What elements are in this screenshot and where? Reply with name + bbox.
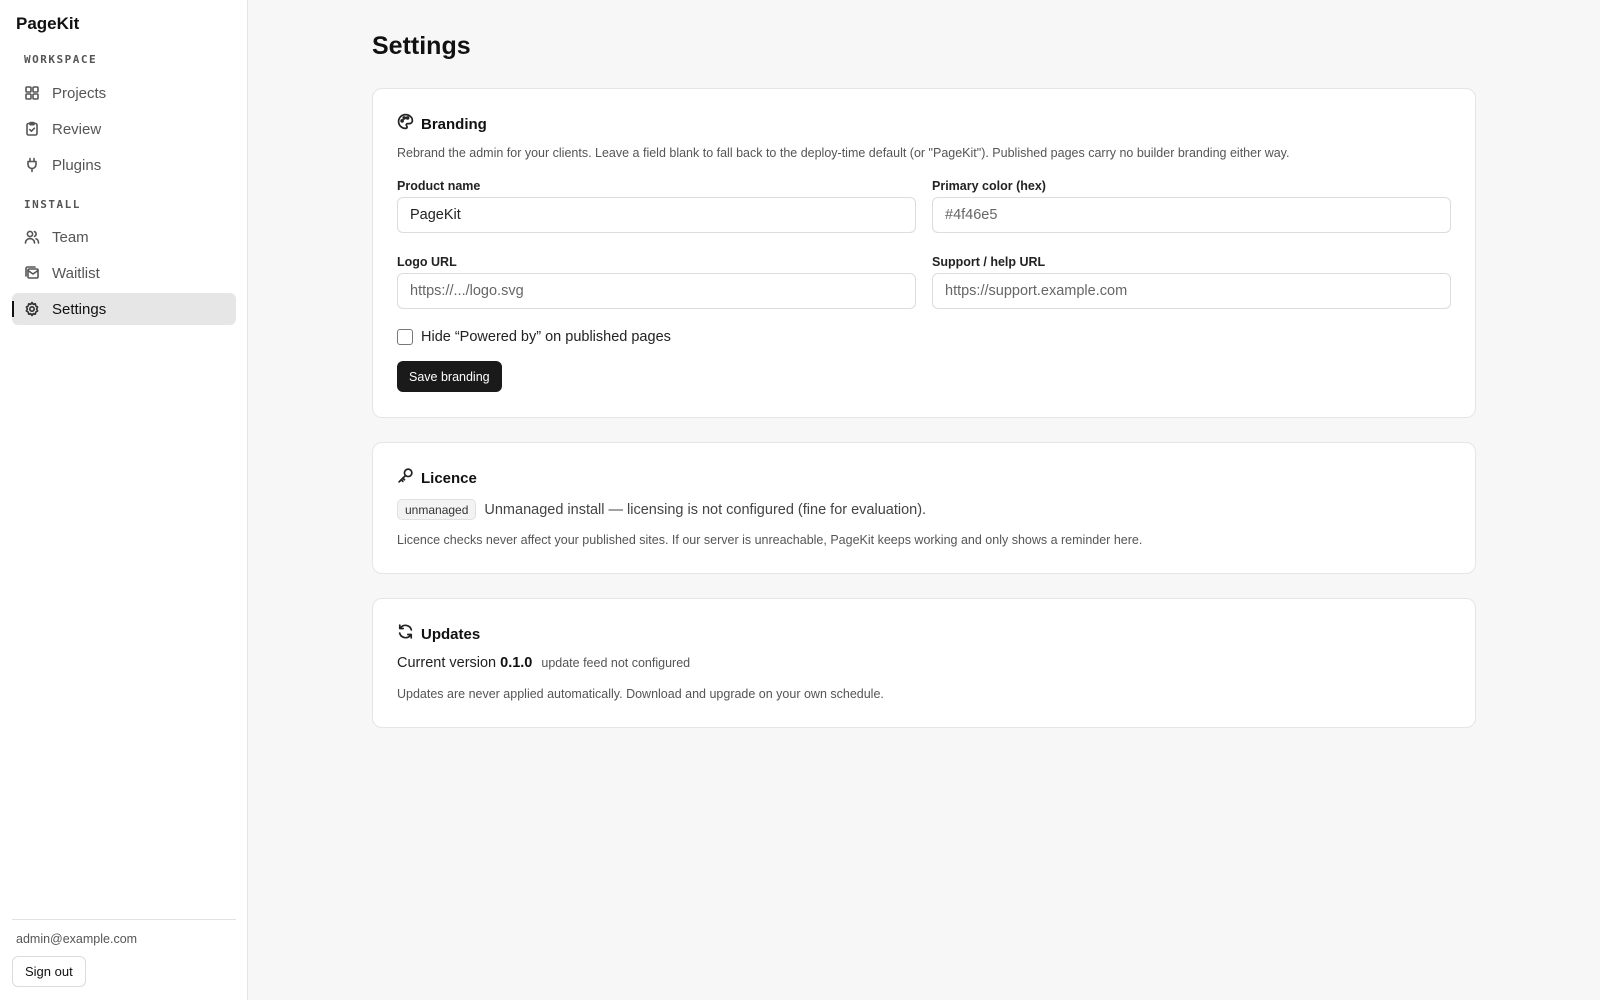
sidebar: PageKit WORKSPACE Projects Review Plugin…: [0, 0, 248, 1000]
section-label-install: INSTALL: [24, 198, 81, 211]
logo-url-input[interactable]: [397, 273, 916, 309]
version-row: Current version 0.1.0 update feed not co…: [397, 655, 690, 671]
clipboard-check-icon: [24, 121, 40, 137]
grid-icon: [24, 85, 40, 101]
sidebar-item-label: Settings: [52, 300, 107, 318]
page-title: Settings: [372, 32, 471, 60]
gear-icon: [24, 301, 40, 317]
refresh-icon: [397, 623, 421, 645]
sidebar-item-review[interactable]: Review: [12, 113, 236, 145]
hide-powered-by-checkbox[interactable]: [397, 329, 413, 345]
updates-note: Updates are never applied automatically.…: [397, 687, 884, 701]
sidebar-item-projects[interactable]: Projects: [12, 77, 236, 109]
licence-status-row: unmanaged Unmanaged install — licensing …: [397, 499, 926, 520]
sidebar-item-team[interactable]: Team: [12, 221, 236, 253]
palette-icon: [397, 113, 421, 135]
brand-logo[interactable]: PageKit: [16, 14, 79, 34]
product-name-label: Product name: [397, 179, 481, 193]
updates-card: Updates Current version 0.1.0 update fee…: [372, 598, 1476, 728]
sidebar-item-label: Plugins: [52, 156, 102, 174]
save-branding-button[interactable]: Save branding: [397, 361, 502, 392]
sidebar-item-waitlist[interactable]: Waitlist: [12, 257, 236, 289]
sidebar-item-label: Team: [52, 228, 89, 246]
logo-url-label: Logo URL: [397, 255, 457, 269]
hide-powered-by-label: Hide “Powered by” on published pages: [421, 329, 671, 345]
updates-title: Updates: [421, 625, 481, 643]
branding-card: Branding Rebrand the admin for your clie…: [372, 88, 1476, 418]
primary-color-input[interactable]: [932, 197, 1451, 233]
section-label-workspace: WORKSPACE: [24, 53, 98, 66]
support-url-input[interactable]: [932, 273, 1451, 309]
branding-header: Branding: [397, 113, 487, 135]
user-email: admin@example.com: [16, 932, 138, 946]
sign-out-button[interactable]: Sign out: [12, 956, 86, 987]
sidebar-divider: [12, 919, 236, 920]
sidebar-item-label: Waitlist: [52, 264, 100, 282]
plug-icon: [24, 157, 40, 173]
licence-header: Licence: [397, 467, 477, 489]
licence-note: Licence checks never affect your publish…: [397, 533, 1143, 547]
licence-title: Licence: [421, 469, 477, 487]
mail-stack-icon: [24, 265, 40, 281]
licence-card: Licence unmanaged Unmanaged install — li…: [372, 442, 1476, 574]
update-feed-status: update feed not configured: [541, 656, 691, 670]
main-content: Settings Branding Rebrand the admin for …: [248, 0, 1600, 1000]
updates-header: Updates: [397, 623, 480, 645]
version-label: Current version: [397, 655, 497, 671]
primary-color-label: Primary color (hex): [932, 179, 1046, 193]
product-name-input[interactable]: [397, 197, 916, 233]
version-number: 0.1.0: [500, 655, 533, 671]
sidebar-item-settings[interactable]: Settings: [12, 293, 236, 325]
sidebar-item-label: Projects: [52, 84, 107, 102]
sidebar-item-plugins[interactable]: Plugins: [12, 149, 236, 181]
users-icon: [24, 229, 40, 245]
licence-status-text: Unmanaged install — licensing is not con…: [484, 501, 927, 518]
support-url-label: Support / help URL: [932, 255, 1046, 269]
branding-title: Branding: [421, 115, 487, 133]
hide-powered-by-row[interactable]: Hide “Powered by” on published pages: [397, 329, 671, 345]
branding-description: Rebrand the admin for your clients. Leav…: [397, 146, 1290, 160]
licence-status-badge: unmanaged: [397, 499, 477, 520]
sidebar-item-label: Review: [52, 120, 102, 138]
key-icon: [397, 467, 421, 489]
